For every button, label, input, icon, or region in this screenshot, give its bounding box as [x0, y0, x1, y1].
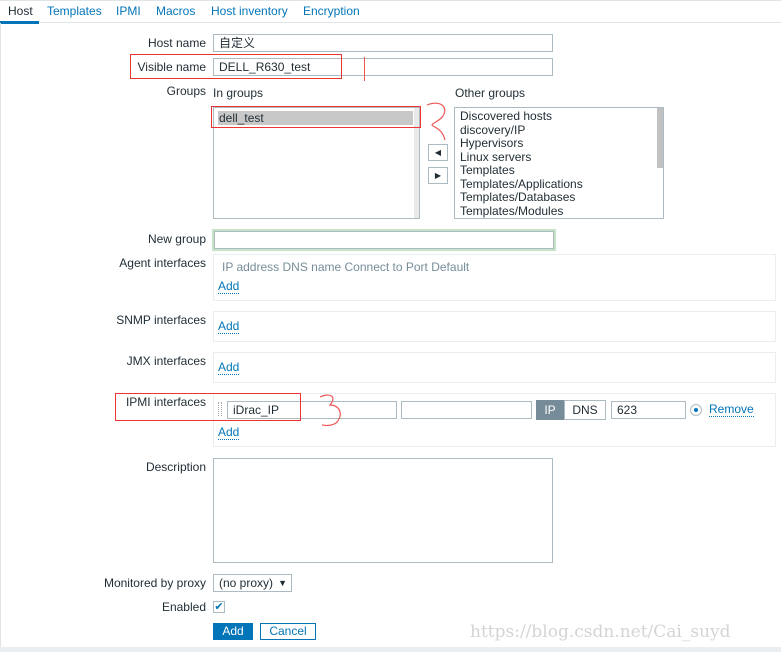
in-groups-label: In groups — [213, 86, 264, 100]
snmp-interfaces-label: SNMP interfaces — [116, 313, 206, 327]
list-item[interactable]: Hypervisors — [455, 136, 663, 151]
tab-host[interactable]: Host — [8, 4, 33, 18]
tab-host-inventory[interactable]: Host inventory — [211, 4, 288, 18]
ipmi-remove-link[interactable]: Remove — [709, 402, 754, 417]
list-item[interactable]: Templates/Modules — [455, 204, 663, 219]
jmx-add-link[interactable]: Add — [218, 360, 240, 375]
proxy-value: (no proxy) — [219, 576, 274, 590]
annotation-box-2 — [211, 106, 421, 128]
proxy-label: Monitored by proxy — [103, 576, 206, 590]
connect-dns-toggle[interactable]: DNS — [564, 400, 606, 420]
tab-macros[interactable]: Macros — [156, 4, 195, 18]
ipmi-add-link[interactable]: Add — [218, 425, 240, 440]
annotation-box-3 — [115, 393, 301, 421]
agent-interfaces-headers: IP address DNS name Connect to Port Defa… — [222, 260, 470, 274]
move-right-button[interactable]: ▶ — [428, 167, 448, 184]
scrollbar[interactable] — [657, 108, 663, 168]
new-group-input[interactable] — [212, 229, 556, 251]
jmx-interfaces-box: Add — [213, 352, 776, 383]
chevron-down-icon: ▼ — [278, 578, 287, 588]
move-left-button[interactable]: ◀ — [428, 144, 448, 161]
ipmi-port-input[interactable]: 623 — [611, 401, 686, 419]
list-item[interactable]: Templates — [455, 163, 663, 178]
active-tab-underline — [0, 21, 39, 24]
footer-bar — [0, 647, 781, 652]
default-radio[interactable] — [690, 404, 702, 416]
tab-encryption[interactable]: Encryption — [303, 4, 360, 18]
list-item[interactable]: Templates/Databases — [455, 190, 663, 205]
jmx-interfaces-label: JMX interfaces — [126, 354, 206, 368]
watermark: https://blog.csdn.net/Cai_suyd — [470, 622, 731, 642]
agent-interfaces-box: IP address DNS name Connect to Port Defa… — [213, 254, 776, 301]
list-item[interactable]: Templates/Applications — [455, 177, 663, 192]
tab-bar: Host Templates IPMI Macros Host inventor… — [0, 0, 781, 24]
description-textarea[interactable] — [213, 458, 553, 563]
description-label: Description — [145, 460, 206, 474]
ipmi-dns-input[interactable] — [401, 401, 532, 419]
tab-templates[interactable]: Templates — [47, 4, 102, 18]
list-item[interactable]: Discovered hosts — [455, 109, 663, 124]
left-border — [0, 23, 1, 648]
other-groups-list[interactable]: Discovered hosts discovery/IP Hypervisor… — [454, 107, 664, 219]
annotation-box-1 — [130, 54, 342, 79]
agent-add-link[interactable]: Add — [218, 279, 240, 294]
connect-ip-toggle[interactable]: IP — [536, 400, 564, 420]
other-groups-label: Other groups — [455, 86, 526, 100]
host-name-input[interactable]: 自定义 — [213, 34, 553, 52]
add-button[interactable]: Add — [213, 623, 253, 640]
annotation-mark-2 — [426, 102, 446, 141]
enabled-checkbox[interactable]: ✔ — [213, 601, 225, 613]
snmp-interfaces-box: Add — [213, 311, 776, 342]
tab-ipmi[interactable]: IPMI — [116, 4, 141, 18]
list-item[interactable]: Linux servers — [455, 150, 663, 165]
annotation-mark-1 — [364, 57, 365, 81]
annotation-mark-3 — [319, 394, 341, 427]
cancel-button[interactable]: Cancel — [260, 623, 316, 640]
list-item[interactable]: discovery/IP — [455, 123, 663, 138]
snmp-add-link[interactable]: Add — [218, 319, 240, 334]
agent-interfaces-label: Agent interfaces — [119, 256, 206, 270]
proxy-select[interactable]: (no proxy) ▼ — [213, 574, 292, 592]
enabled-label: Enabled — [161, 600, 206, 614]
new-group-label: New group — [147, 232, 206, 246]
groups-label: Groups — [166, 84, 206, 98]
host-name-label: Host name — [147, 36, 206, 50]
